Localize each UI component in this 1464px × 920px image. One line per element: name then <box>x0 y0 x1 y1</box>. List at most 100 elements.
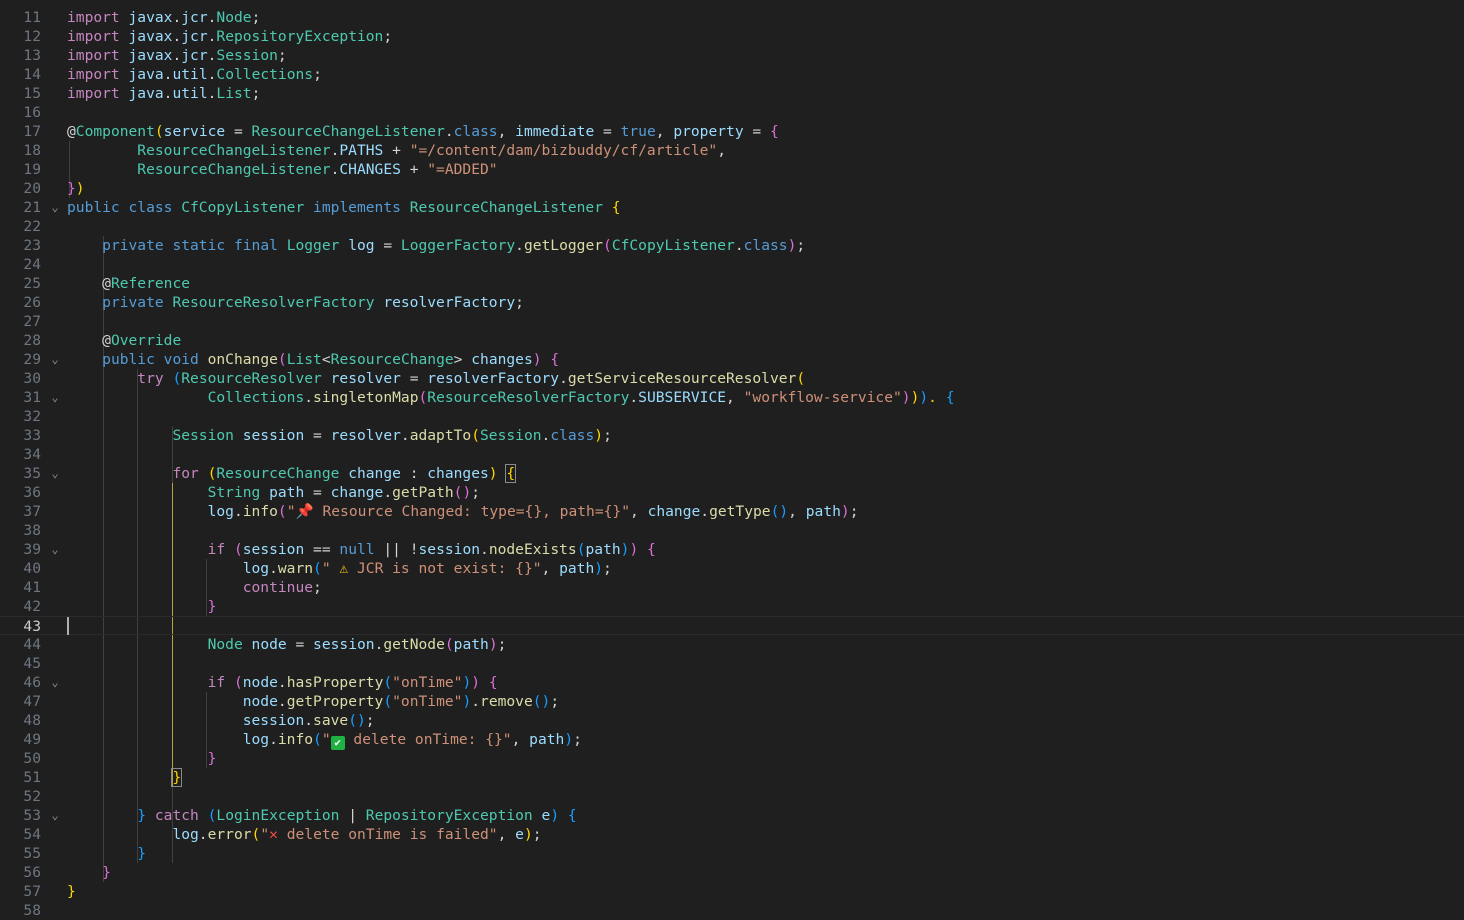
line-number: 34 <box>23 446 41 463</box>
line-number: 35 <box>23 465 41 482</box>
code-line[interactable]: 34 <box>0 445 1464 464</box>
code-line[interactable]: 45 <box>0 654 1464 673</box>
code-line[interactable]: 16 <box>0 103 1464 122</box>
code-token: PATHS <box>339 142 384 159</box>
code-token: ) <box>532 351 542 368</box>
fold-chevron-icon[interactable]: ⌄ <box>49 673 61 692</box>
code-token: . <box>172 47 182 64</box>
code-line[interactable]: 15 import java.util.List; <box>0 84 1464 103</box>
fold-chevron-icon[interactable]: ⌄ <box>49 540 61 559</box>
code-line[interactable]: 50 } <box>0 749 1464 768</box>
code-line[interactable]: 55 } <box>0 844 1464 863</box>
code-line[interactable]: 37 log.info("📌 Resource Changed: type={}… <box>0 502 1464 521</box>
code-line[interactable]: 52 <box>0 787 1464 806</box>
code-line[interactable]: 17 @Component(service = ResourceChangeLis… <box>0 122 1464 141</box>
code-token: = <box>374 237 401 254</box>
fold-chevron-icon[interactable]: ⌄ <box>49 350 61 369</box>
code-line[interactable]: 13 import javax.jcr.Session; <box>0 46 1464 65</box>
code-text: private static final Logger log = Logger… <box>67 236 805 255</box>
code-line[interactable]: 36 String path = change.getPath(); <box>0 483 1464 502</box>
code-token: "onTime" <box>392 674 463 691</box>
code-token: ; <box>515 294 524 311</box>
code-token: } <box>137 807 147 824</box>
code-token: ; <box>550 693 560 710</box>
code-line[interactable]: 40 log.warn(" ⚠ JCR is not exist: {}", p… <box>0 559 1464 578</box>
code-line[interactable]: 23 private static final Logger log = Log… <box>0 236 1464 255</box>
code-line[interactable]: 51 } <box>0 768 1464 787</box>
fold-chevron-icon[interactable]: ⌄ <box>49 198 61 217</box>
code-line[interactable]: 12 import javax.jcr.RepositoryException; <box>0 27 1464 46</box>
code-line[interactable]: 20}) <box>0 179 1464 198</box>
code-line[interactable]: 25 @Reference <box>0 274 1464 293</box>
code-token: resolverFactory <box>383 294 516 311</box>
code-token: . <box>277 693 287 710</box>
code-line[interactable]: 33 Session session = resolver.adaptTo(Se… <box>0 426 1464 445</box>
code-token: change <box>330 484 384 501</box>
code-line[interactable]: 41 continue; <box>0 578 1464 597</box>
fold-chevron-icon[interactable]: ⌄ <box>49 806 61 825</box>
code-line[interactable]: 53 ⌄ } catch (LoginException | Repository… <box>0 806 1464 825</box>
code-line[interactable]: 11 import javax.jcr.Node; <box>0 8 1464 27</box>
code-line[interactable]: 32 <box>0 407 1464 426</box>
code-line[interactable]: 24 <box>0 255 1464 274</box>
code-line[interactable]: 35 ⌄ for (ResourceChange change : changes… <box>0 464 1464 483</box>
code-token: log <box>242 560 270 577</box>
code-line[interactable]: 48 session.save(); <box>0 711 1464 730</box>
code-line[interactable]: 42 } <box>0 597 1464 616</box>
code-token: . <box>383 484 393 501</box>
code-token: warn <box>277 560 314 577</box>
fold-chevron-icon[interactable]: ⌄ <box>49 464 61 483</box>
code-token: session <box>242 427 305 444</box>
code-line[interactable]: 54 log.error("✕ delete onTime is failed"… <box>0 825 1464 844</box>
code-line[interactable]: 38 <box>0 521 1464 540</box>
code-token: . <box>304 712 314 729</box>
warning-icon: ⚠ <box>339 560 349 577</box>
code-text: log.info(" ✔ delete onTime: {}", path); <box>67 730 582 750</box>
code-token: { <box>567 807 577 824</box>
code-token: < <box>321 351 331 368</box>
code-line[interactable]: 49 log.info(" ✔ delete onTime: {}", path)… <box>0 730 1464 750</box>
code-line[interactable]: 27 <box>0 312 1464 331</box>
code-line[interactable]: 47 node.getProperty("onTime").remove(); <box>0 692 1464 711</box>
line-number: 19 <box>23 161 41 178</box>
code-text: public void onChange(List<ResourceChange… <box>67 350 559 369</box>
code-token: , <box>511 731 530 748</box>
code-token: Component <box>75 123 155 140</box>
line-number: 15 <box>23 85 41 102</box>
code-line[interactable]: 28 @Override <box>0 331 1464 350</box>
fold-chevron-icon[interactable]: ⌄ <box>49 388 61 407</box>
code-line[interactable]: 44 Node node = session.getNode(path); <box>0 635 1464 654</box>
code-token: change <box>348 465 401 482</box>
code-editor[interactable]: 11 import javax.jcr.Node; 12 import javax.j… <box>0 0 1464 920</box>
code-token: jcr <box>181 47 208 64</box>
code-line[interactable]: 14 import java.util.Collections; <box>0 65 1464 84</box>
code-line[interactable]: 21 ⌄ public class CfCopyListener implement… <box>0 198 1464 217</box>
code-line[interactable]: 22 <box>0 217 1464 236</box>
line-number: 33 <box>23 427 41 444</box>
code-token: getLogger <box>523 237 604 254</box>
code-line[interactable]: 19 ResourceChangeListener.CHANGES + "=AD… <box>0 160 1464 179</box>
code-line[interactable]: 46 ⌄ if (node.hasProperty("onTime")) { <box>0 673 1464 692</box>
code-line[interactable]: 56 } <box>0 863 1464 882</box>
code-line[interactable]: 57} <box>0 882 1464 901</box>
code-line[interactable]: 31 ⌄ Collections.singletonMap(ResourceRes… <box>0 388 1464 407</box>
code-line[interactable]: 58 <box>0 901 1464 920</box>
code-token: resolver <box>330 427 401 444</box>
code-line[interactable]: 29 ⌄ public void onChange(List<ResourceCh… <box>0 350 1464 369</box>
code-line[interactable]: 39 ⌄ if (session == null || !session.node… <box>0 540 1464 559</box>
code-line[interactable]: 30 try (ResourceResolver resolver = reso… <box>0 369 1464 388</box>
code-line[interactable]: 43 <box>0 616 1464 635</box>
code-token: , <box>497 123 516 140</box>
code-token: ) <box>462 674 472 691</box>
code-line[interactable]: 18 ResourceChangeListener.PATHS + "=/con… <box>0 141 1464 160</box>
code-token: final <box>233 237 287 254</box>
code-token: adaptTo <box>409 427 472 444</box>
code-token: , <box>497 826 516 843</box>
code-line[interactable]: 26 private ResourceResolverFactory resol… <box>0 293 1464 312</box>
code-text: } <box>67 882 76 901</box>
code-token: ( <box>251 826 261 843</box>
